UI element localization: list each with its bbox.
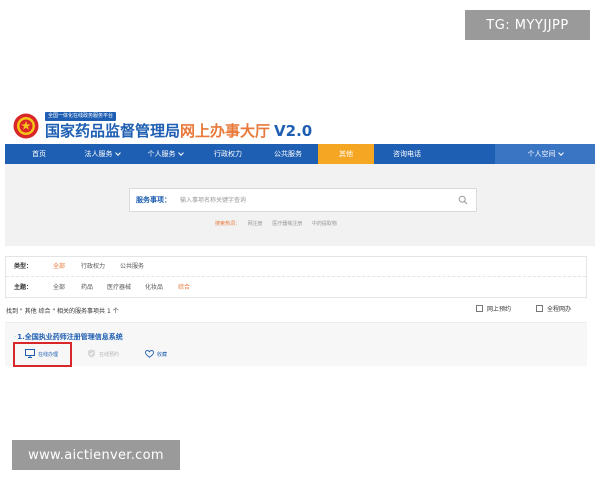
filter-type-admin-power[interactable]: 行政权力: [81, 257, 105, 277]
result-summary: 找到 " 其他 综合 " 相关的服务事项共 1 个: [6, 308, 119, 315]
search-input[interactable]: [180, 192, 450, 208]
search-section: 服务事项： 搜索热词： 网注册 医疗器械注册 中药提取物: [5, 164, 595, 246]
site-title[interactable]: 国家药品监督管理局网上办事大厅 V2.0: [45, 122, 312, 140]
checkbox-icon: [536, 305, 543, 312]
search-label: 服务事项：: [136, 196, 171, 204]
filter-topic-row: 主题： 全部 药品 医疗器械 化妆品 综合: [6, 278, 586, 298]
filter-type-label: 类型：: [14, 263, 33, 270]
watermark-bottom: www.aictienver.com: [12, 440, 180, 470]
nav-personal-service[interactable]: 个人服务: [135, 144, 195, 164]
site-title-main: 国家药品监督管理局: [45, 122, 181, 140]
heart-icon: [145, 350, 154, 358]
online-appointment-button[interactable]: 在线预约: [87, 349, 119, 361]
chevron-down-icon: [177, 150, 184, 156]
nav-personal-space[interactable]: 个人空间: [495, 144, 595, 164]
checkbox-icon: [476, 305, 483, 312]
site-version: V2.0: [274, 122, 313, 140]
nav-consult-phone[interactable]: 咨询电话: [377, 144, 437, 164]
watermark-top: TG: MYYJJPP: [465, 10, 590, 40]
result-item: ·1.全国执业药师注册管理信息系统 在线办理 在线预约 收藏: [5, 322, 587, 366]
hot-words-label: 搜索热词：: [215, 221, 241, 227]
hot-word-2[interactable]: 医疗器械注册: [272, 221, 302, 227]
filter-type-public-service[interactable]: 公共服务: [120, 257, 144, 277]
hot-words: 搜索热词： 网注册 医疗器械注册 中药提取物: [215, 219, 345, 229]
main-nav: 首页 法人服务 个人服务 行政权力 公共服务 其他 咨询电话 个人空间: [5, 144, 595, 164]
filter-type-all[interactable]: 全部: [53, 257, 65, 277]
filter-topic-all[interactable]: 全部: [53, 278, 65, 298]
chevron-down-icon: [114, 150, 121, 156]
search-box: 服务事项：: [129, 188, 477, 212]
site-title-hall: 网上办事大厅: [180, 122, 271, 140]
hot-word-1[interactable]: 网注册: [248, 221, 263, 227]
nav-public-service[interactable]: 公共服务: [258, 144, 318, 164]
filter-topic-medical-device[interactable]: 医疗器械: [107, 278, 131, 298]
page-root: TG: MYYJJPP 全国一体化在线政务服务平台 国家药品监督管理局网上办事大…: [0, 0, 600, 480]
result-item-title[interactable]: ·1.全国执业药师注册管理信息系统: [14, 332, 123, 342]
nav-legal-person-service[interactable]: 法人服务: [72, 144, 132, 164]
favorite-button[interactable]: 收藏: [145, 349, 167, 361]
checkbox-fully-online[interactable]: 全程网办: [536, 305, 571, 315]
checkbox-online-appointment[interactable]: 网上预约: [476, 305, 511, 315]
search-icon[interactable]: [458, 195, 468, 205]
filter-panel: 类型： 全部 行政权力 公共服务 主题： 全部 药品 医疗器械 化妆品 综合: [5, 256, 587, 298]
filter-topic-general[interactable]: 综合: [178, 278, 190, 298]
filter-topic-label: 主题：: [14, 284, 33, 291]
annotation-highlight-box: [13, 342, 72, 367]
filter-type-row: 类型： 全部 行政权力 公共服务: [6, 257, 586, 277]
nav-home[interactable]: 首页: [19, 144, 59, 164]
nav-administrative-power[interactable]: 行政权力: [198, 144, 258, 164]
hot-word-3[interactable]: 中药提取物: [312, 221, 337, 227]
chevron-down-icon: [557, 150, 564, 156]
national-emblem-icon: [13, 113, 39, 139]
filter-topic-cosmetics[interactable]: 化妆品: [145, 278, 163, 298]
filter-topic-drug[interactable]: 药品: [81, 278, 93, 298]
shield-check-icon: [88, 349, 95, 358]
nav-other[interactable]: 其他: [318, 144, 374, 164]
platform-badge: 全国一体化在线政务服务平台: [45, 112, 117, 121]
